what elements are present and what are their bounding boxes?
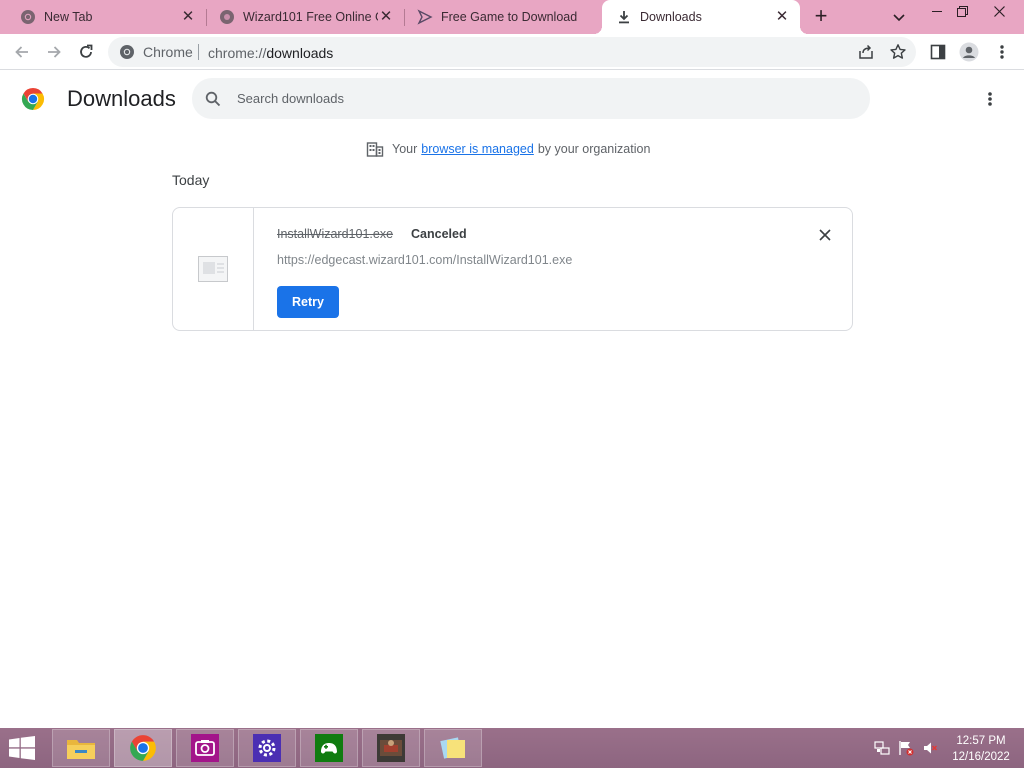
action-center-flag-icon[interactable] xyxy=(898,740,914,756)
back-arrow-icon[interactable] xyxy=(11,41,33,63)
download-filename[interactable]: InstallWizard101.exe xyxy=(277,227,393,241)
windows-start-icon[interactable] xyxy=(8,736,38,760)
managed-prefix: Your xyxy=(392,142,418,156)
url-scheme: chrome:// xyxy=(208,45,267,61)
bookmark-star-icon[interactable] xyxy=(887,41,909,63)
address-divider xyxy=(198,44,199,60)
camera-taskbar-icon[interactable] xyxy=(176,729,234,767)
browser-managed-link[interactable]: browser is managed xyxy=(421,142,534,156)
browser-toolbar: Chrome chrome://downloads xyxy=(0,34,1024,70)
reload-icon[interactable] xyxy=(75,41,97,63)
download-status: Canceled xyxy=(411,227,467,241)
file-explorer-taskbar-icon[interactable] xyxy=(52,729,110,767)
tab-new-tab[interactable]: New Tab ✕ xyxy=(0,0,206,34)
retry-button[interactable]: Retry xyxy=(277,286,339,318)
share-icon[interactable] xyxy=(855,41,877,63)
chrome-menu-icon[interactable] xyxy=(991,41,1013,63)
game-favicon-icon xyxy=(417,9,433,25)
file-type-icon xyxy=(198,256,228,282)
restore-icon[interactable] xyxy=(947,0,977,22)
chrome-window: New Tab ✕ Wizard101 Free Online G ✕ Free… xyxy=(0,0,1024,768)
url-path: downloads xyxy=(266,45,334,61)
tab-close-icon[interactable]: ✕ xyxy=(180,9,196,25)
more-actions-icon[interactable] xyxy=(980,88,1000,110)
tab-close-icon[interactable]: ✕ xyxy=(774,9,790,25)
clock-date: 12/16/2022 xyxy=(952,751,1010,763)
managed-suffix: by your organization xyxy=(537,142,651,156)
game-app-taskbar-icon[interactable] xyxy=(362,729,420,767)
side-panel-icon[interactable] xyxy=(927,41,949,63)
sticky-notes-taskbar-icon[interactable] xyxy=(424,729,482,767)
tab-downloads[interactable]: Downloads ✕ xyxy=(594,0,808,34)
forward-arrow-icon[interactable] xyxy=(43,41,65,63)
building-icon xyxy=(366,140,384,158)
download-icon xyxy=(616,9,632,25)
tab-title: Downloads xyxy=(640,10,702,24)
taskbar-clock[interactable]: 12:57 PM 12/16/2022 xyxy=(948,733,1014,765)
remove-from-list-icon[interactable] xyxy=(816,226,834,244)
globe-favicon-icon xyxy=(219,9,235,25)
download-item-card: InstallWizard101.exe Canceled https://ed… xyxy=(172,207,853,331)
tab-title: New Tab xyxy=(44,10,93,24)
chrome-taskbar-icon[interactable] xyxy=(114,729,172,767)
chrome-logo-icon xyxy=(21,87,45,111)
chrome-site-icon xyxy=(120,45,134,59)
site-chip[interactable]: Chrome xyxy=(119,44,193,60)
url-text[interactable]: chrome://downloads xyxy=(208,45,333,61)
clock-time: 12:57 PM xyxy=(956,735,1006,747)
tab-wizard101[interactable]: Wizard101 Free Online G ✕ xyxy=(207,0,404,34)
tab-search-chevron-icon[interactable] xyxy=(890,8,908,26)
tab-title: Free Game to Download xyxy=(441,10,578,24)
tab-title: Wizard101 Free Online G xyxy=(243,10,378,24)
site-label: Chrome xyxy=(143,44,193,60)
download-source-url[interactable]: https://edgecast.wizard101.com/InstallWi… xyxy=(277,253,572,267)
page-title: Downloads xyxy=(67,86,176,111)
new-tab-button[interactable]: + xyxy=(810,5,832,28)
managed-notice: Your browser is managed by your organiza… xyxy=(366,140,650,158)
profile-avatar-icon[interactable] xyxy=(958,41,980,63)
windows-taskbar xyxy=(0,728,1024,768)
address-bar[interactable]: Chrome chrome://downloads xyxy=(108,37,916,67)
search-downloads-field[interactable]: Search downloads xyxy=(192,78,870,119)
search-placeholder: Search downloads xyxy=(237,91,344,106)
volume-muted-icon[interactable] xyxy=(922,740,938,756)
close-window-icon[interactable] xyxy=(984,0,1014,22)
search-icon xyxy=(204,90,222,108)
tab-free-game[interactable]: Free Game to Download xyxy=(405,0,601,34)
date-section-heading: Today xyxy=(172,172,210,188)
file-icon-column xyxy=(173,208,254,330)
chrome-favicon-icon xyxy=(20,9,36,25)
tab-close-icon[interactable]: ✕ xyxy=(378,9,394,25)
network-tray-icon[interactable] xyxy=(874,740,890,756)
settings-gear-taskbar-icon[interactable] xyxy=(238,729,296,767)
xbox-taskbar-icon[interactable] xyxy=(300,729,358,767)
tab-strip: New Tab ✕ Wizard101 Free Online G ✕ Free… xyxy=(0,0,1024,34)
